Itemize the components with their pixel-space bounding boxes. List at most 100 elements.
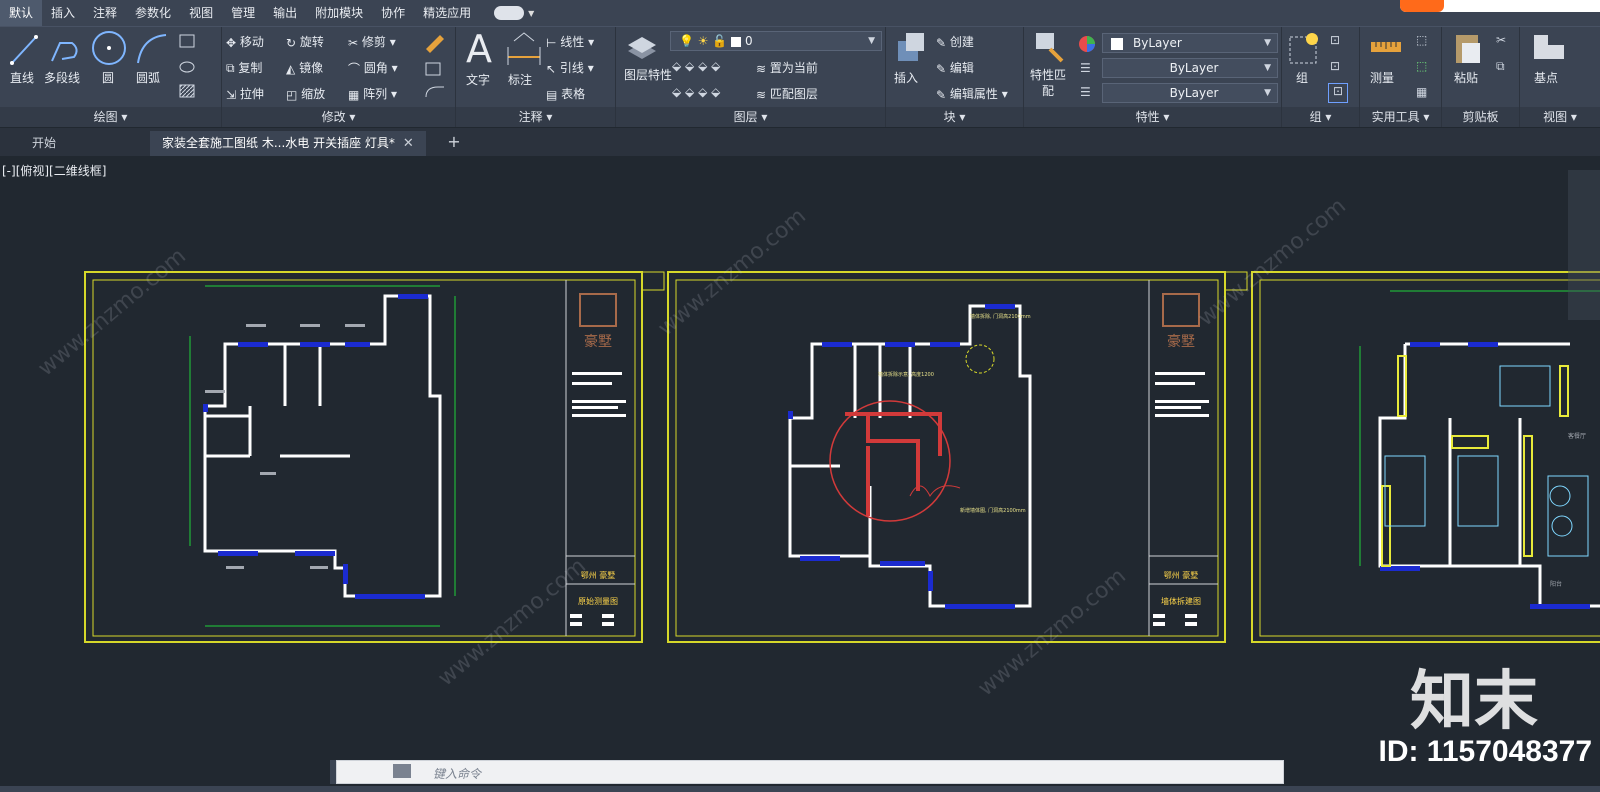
dimension-button[interactable]: 标注 — [508, 71, 532, 88]
layer-tools-row1[interactable]: ⬙ ⬙ ⬙ ⬙ — [672, 59, 720, 73]
circle-button[interactable]: 圆 — [102, 69, 114, 86]
draw-extra-icons[interactable] — [178, 33, 218, 103]
group-button[interactable]: 组 — [1296, 69, 1308, 86]
mirror-button[interactable]: ◭ 镜像 — [286, 59, 323, 76]
layer-freeze-icon: ☀ — [697, 34, 709, 48]
chevron-down-icon[interactable]: ▼ — [528, 9, 534, 18]
measure-button[interactable]: 测量 — [1370, 69, 1394, 86]
app-logo-icon[interactable] — [1400, 0, 1444, 12]
new-tab-plus-icon[interactable]: + — [442, 132, 466, 152]
modify-extra-icons[interactable] — [422, 33, 448, 103]
color-dropdown[interactable]: ByLayer ▼ — [1102, 33, 1278, 53]
arc-button[interactable]: 圆弧 — [136, 69, 160, 86]
leader-button[interactable]: ↖ 引线 ▾ — [546, 59, 594, 76]
copy-button[interactable]: ⧉ 复制 — [226, 59, 262, 76]
edit-block-button[interactable]: ✎ 编辑 — [936, 59, 974, 76]
move-icon: ✥ — [226, 35, 237, 50]
ribbon-state-toggle[interactable] — [494, 6, 525, 20]
chevron-down-icon: ▼ — [868, 36, 875, 46]
block-panel-title[interactable]: 块 ▾ — [886, 107, 1023, 127]
tab-start[interactable]: 开始 — [20, 131, 68, 156]
circle-icon[interactable] — [90, 29, 128, 67]
polyline-icon[interactable] — [48, 31, 82, 67]
menu-featured-apps[interactable]: 精选应用 — [414, 0, 480, 26]
paste-icon[interactable] — [1454, 31, 1482, 65]
table-button[interactable]: ▤ 表格 — [546, 85, 585, 102]
layer-properties-icon[interactable] — [624, 31, 660, 63]
arc-icon[interactable] — [134, 31, 170, 67]
match-layer-button[interactable]: ≋ 匹配图层 — [756, 85, 818, 102]
modify-panel-title[interactable]: 修改 ▾ — [222, 107, 455, 127]
text-icon[interactable]: A — [466, 27, 492, 71]
calculator-icon[interactable]: ▦ — [1416, 85, 1427, 99]
select-all-icon[interactable]: ⬚ — [1416, 59, 1427, 73]
layers-panel-title[interactable]: 图层 ▾ — [616, 107, 885, 127]
draw-panel-title[interactable]: 绘图 ▾ — [0, 107, 221, 127]
linetype-icon: ☰ — [1080, 61, 1091, 75]
layer-properties-button[interactable]: 图层特性 — [624, 67, 672, 83]
logo-text-2: 豪墅 — [1167, 334, 1195, 350]
lineweight-dropdown[interactable]: ByLayer ▼ — [1102, 83, 1278, 103]
menu-parametric[interactable]: 参数化 — [126, 0, 180, 26]
command-line[interactable]: 键入命令 — [336, 760, 1284, 784]
menu-manage[interactable]: 管理 — [222, 0, 264, 26]
match-properties-icon[interactable] — [1034, 31, 1066, 63]
move-button[interactable]: ✥ 移动 — [226, 33, 264, 50]
base-point-icon[interactable] — [1532, 33, 1566, 61]
menu-view[interactable]: 视图 — [180, 0, 222, 26]
match-properties-button[interactable]: 特性匹配 — [1030, 67, 1066, 99]
menu-insert[interactable]: 插入 — [42, 0, 84, 26]
menu-collaborate[interactable]: 协作 — [372, 0, 414, 26]
base-point-button[interactable]: 基点 — [1534, 69, 1558, 86]
utilities-panel-title[interactable]: 实用工具 ▾ — [1360, 107, 1441, 127]
room-label-living: 客餐厅 — [1568, 432, 1586, 440]
groups-panel-title[interactable]: 组 ▾ — [1282, 107, 1359, 127]
layer-dropdown[interactable]: 💡 ☀ 🔓 0 ▼ — [670, 31, 882, 51]
line-icon[interactable] — [8, 31, 40, 67]
measure-icon[interactable] — [1370, 37, 1402, 57]
drawing-svg[interactable]: 豪墅 鄂州 豪墅 原始测量图 墙体拆除, 门洞高2100mm 墙体拆除示意, 高… — [0, 156, 1600, 760]
trim-button[interactable]: ✂ 修剪 ▾ — [348, 33, 396, 50]
fillet-button[interactable]: ⌒ 圆角 ▾ — [348, 59, 398, 77]
linetype-dropdown[interactable]: ByLayer ▼ — [1102, 58, 1278, 78]
layer-tools-row2[interactable]: ⬙ ⬙ ⬙ ⬙ — [672, 85, 720, 99]
insert-block-icon[interactable] — [896, 31, 926, 65]
quick-select-icon[interactable]: ⬚ — [1416, 33, 1427, 47]
menu-default[interactable]: 默认 — [0, 0, 43, 26]
properties-panel-title[interactable]: 特性 ▾ — [1024, 107, 1281, 127]
stretch-button[interactable]: ⇲ 拉伸 — [226, 85, 264, 102]
menu-addins[interactable]: 附加模块 — [306, 0, 372, 26]
linear-dim-button[interactable]: ⊢ 线性 ▾ — [546, 33, 594, 50]
dimension-icon[interactable] — [506, 31, 542, 67]
text-button[interactable]: 文字 — [466, 71, 490, 88]
paste-button[interactable]: 粘贴 — [1454, 69, 1478, 86]
tab-drawing[interactable]: 家装全套施工图纸 木...水电 开关插座 灯具* ✕ — [150, 131, 426, 156]
group-icon[interactable] — [1288, 31, 1322, 65]
ungroup-icon[interactable]: ⊡ — [1330, 33, 1340, 47]
navigation-bar[interactable] — [1568, 170, 1600, 320]
scale-button[interactable]: ◰ 缩放 — [286, 85, 325, 102]
menu-output[interactable]: 输出 — [264, 0, 306, 26]
create-block-icon: ✎ — [936, 35, 947, 50]
group-edit-icon[interactable]: ⊡ — [1330, 59, 1340, 73]
create-block-button[interactable]: ✎ 创建 — [936, 33, 974, 50]
annotation-panel-title[interactable]: 注释 ▾ — [456, 107, 615, 127]
set-current-button[interactable]: ≋ 置为当前 — [756, 59, 818, 76]
insert-button[interactable]: 插入 — [894, 69, 918, 86]
close-icon[interactable]: ✕ — [403, 136, 414, 151]
command-input[interactable]: 键入命令 — [433, 765, 481, 782]
polyline-button[interactable]: 多段线 — [44, 69, 80, 86]
copy-clip-icon[interactable]: ⧉ — [1496, 59, 1505, 74]
terminal-icon[interactable] — [393, 764, 411, 778]
edit-attribute-button[interactable]: ✎ 编辑属性 ▾ — [936, 85, 1008, 102]
color-wheel-icon[interactable] — [1078, 35, 1096, 53]
view-panel-title[interactable]: 视图 ▾ — [1520, 107, 1600, 127]
array-button[interactable]: ▦ 阵列 ▾ — [348, 85, 397, 102]
line-button[interactable]: 直线 — [10, 69, 34, 86]
layer-on-icon: 💡 — [679, 34, 694, 48]
rotate-button[interactable]: ↻ 旋转 — [286, 33, 324, 50]
chevron-down-icon: ▼ — [1264, 38, 1271, 48]
menu-annotate[interactable]: 注释 — [84, 0, 126, 26]
group-select-icon[interactable]: ⊡ — [1328, 83, 1348, 103]
cut-icon[interactable]: ✂ — [1496, 33, 1506, 47]
